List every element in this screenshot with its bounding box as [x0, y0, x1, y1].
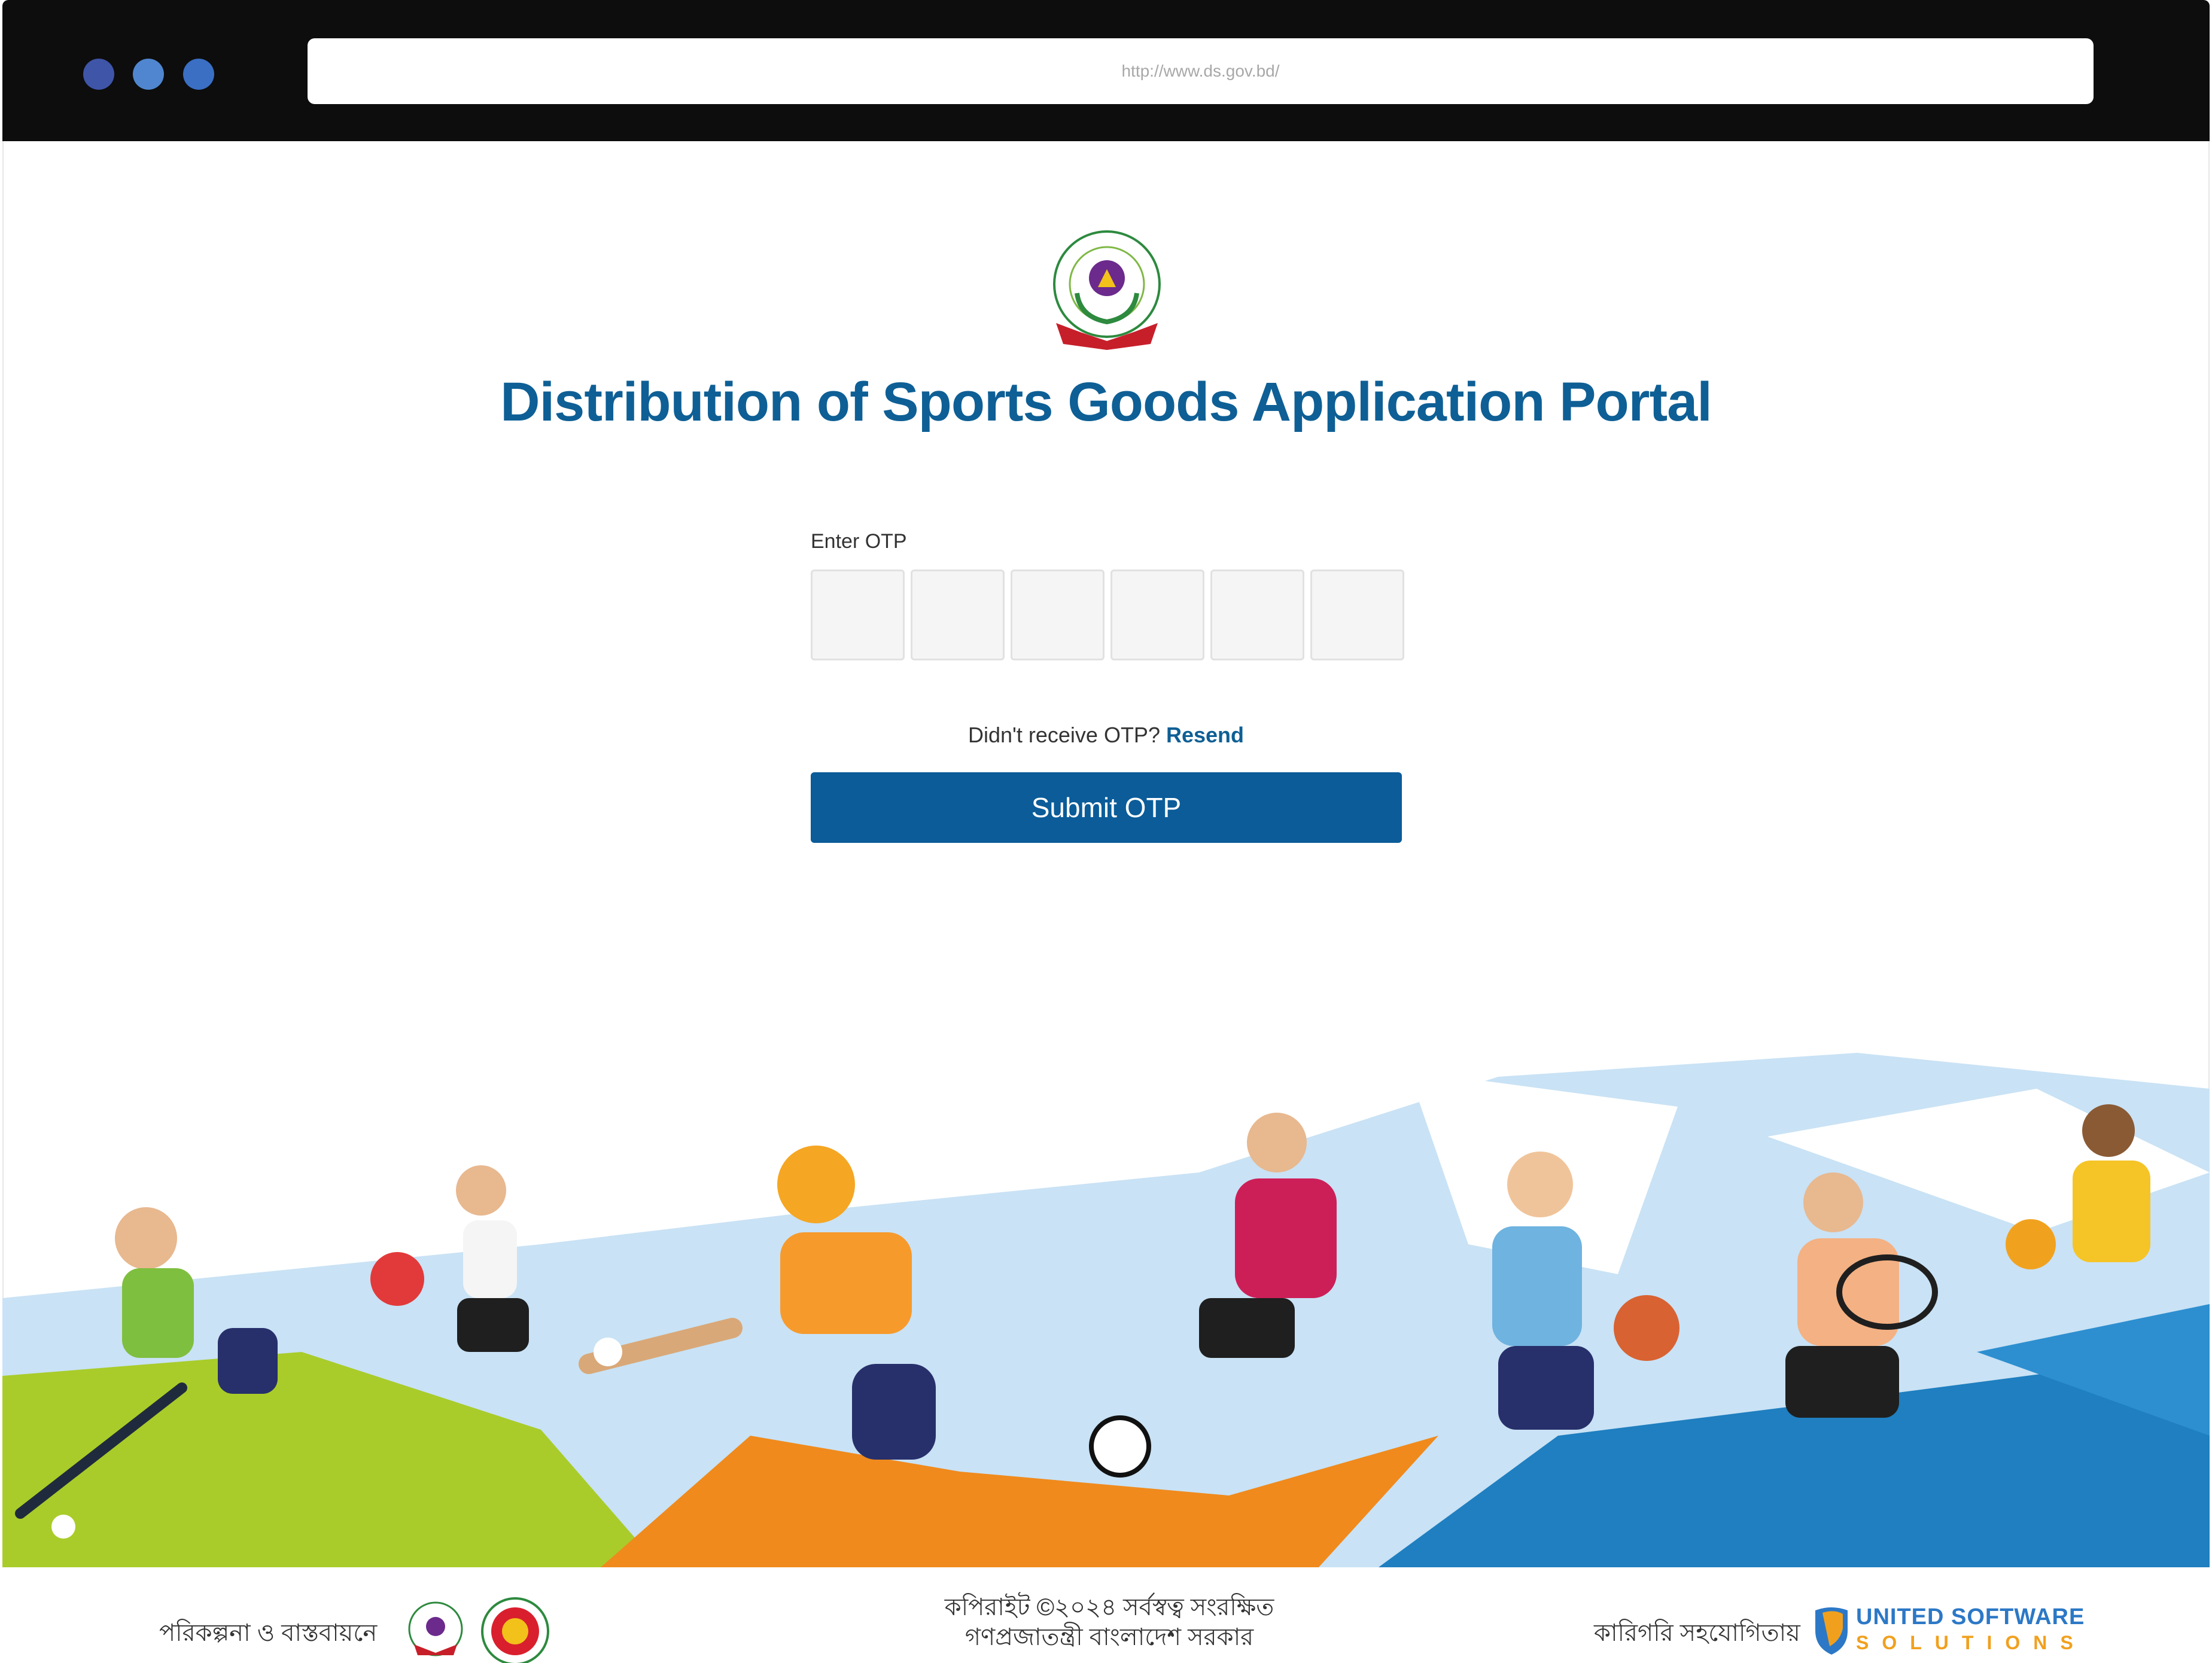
- footer-implementation-label: পরিকল্পনা ও বাস্তবায়নে: [159, 1620, 378, 1646]
- otp-digit-4[interactable]: [1110, 569, 1204, 660]
- resend-prompt: Didn't receive OTP?: [967, 723, 1160, 747]
- united-software-solutions-logo-icon: [1815, 1607, 1848, 1655]
- directorate-of-sports-emblem-icon: [1053, 230, 1161, 350]
- resend-row: Didn't receive OTP? Resend: [0, 723, 2212, 748]
- otp-input-group: [811, 569, 1404, 660]
- resend-link[interactable]: Resend: [1166, 723, 1244, 747]
- directorate-of-sports-emblem-icon: [408, 1601, 463, 1656]
- otp-digit-3[interactable]: [1011, 569, 1105, 660]
- otp-digit-1[interactable]: [811, 569, 905, 660]
- page-title: Distribution of Sports Goods Application…: [500, 371, 1712, 432]
- otp-digit-2[interactable]: [911, 569, 1005, 660]
- partner-name-line-2: SOLUTIONS: [1856, 1632, 2086, 1653]
- partner-name-line-1: UNITED SOFTWARE: [1856, 1604, 2085, 1630]
- bangladesh-government-emblem-icon: [481, 1597, 549, 1663]
- copyright-line-1: কপিরাইট ©২০২৪ সর্বস্বত্ব সংরক্ষিত: [944, 1594, 1274, 1621]
- otp-label: Enter OTP: [811, 530, 907, 553]
- address-bar[interactable]: http://www.ds.gov.bd/: [308, 38, 2094, 104]
- otp-digit-5[interactable]: [1210, 569, 1304, 660]
- otp-digit-6[interactable]: [1310, 569, 1404, 660]
- window-control-close[interactable]: [83, 59, 114, 90]
- window-control-maximize[interactable]: [183, 59, 214, 90]
- sports-players-illustration: [2, 1053, 2210, 1567]
- browser-chrome: http://www.ds.gov.bd/: [2, 0, 2210, 141]
- copyright-line-2: গণপ্রজাতন্ত্রী বাংলাদেশ সরকার: [964, 1624, 1254, 1650]
- window-control-minimize[interactable]: [133, 59, 164, 90]
- copyright-text: কপিরাইট ©২০২৪ সর্বস্বত্ব সংরক্ষিত গণপ্রজ…: [924, 1592, 1295, 1652]
- footer: পরিকল্পনা ও বাস্তবায়নে কপিরাইট ©২০২৪ সর…: [2, 1567, 2210, 1663]
- footer-technical-support-label: কারিগরি সহযোগিতায়: [1594, 1620, 1800, 1646]
- submit-otp-button[interactable]: Submit OTP: [811, 772, 1402, 843]
